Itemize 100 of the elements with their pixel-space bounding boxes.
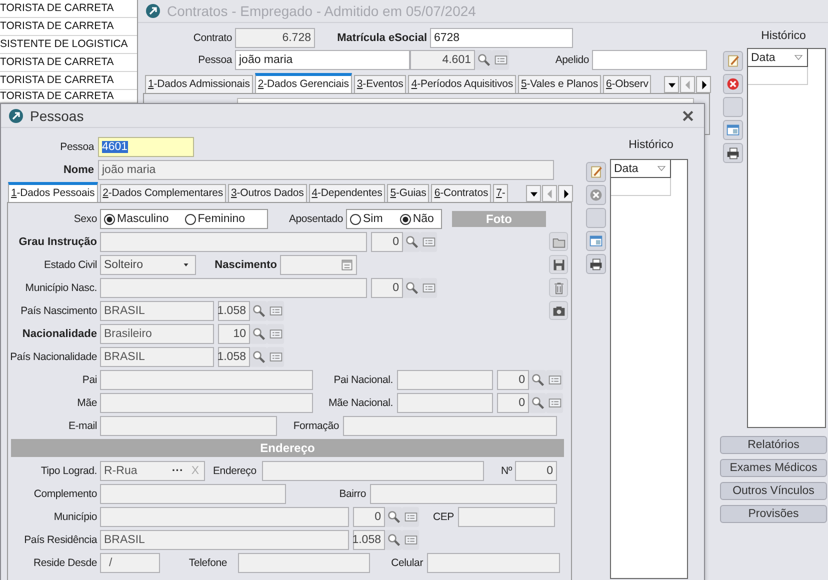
code-field[interactable]: 0 [497, 393, 529, 413]
tab-list-button[interactable] [664, 76, 679, 93]
action-button[interactable]: Exames Médicos [720, 459, 827, 477]
list-button[interactable] [420, 232, 437, 252]
address-field[interactable] [262, 461, 484, 481]
list-button[interactable] [546, 393, 563, 413]
code-field[interactable]: 0 [371, 278, 403, 298]
camera-button[interactable] [549, 301, 568, 320]
contract-field[interactable]: 6.728 [235, 28, 315, 48]
code-field[interactable]: 0 [353, 507, 385, 527]
print-button[interactable] [586, 254, 606, 274]
tab[interactable]: 2-Dados Gerenciais [254, 73, 352, 93]
code-field[interactable]: 4.601 [410, 50, 475, 70]
code-field[interactable]: 0 [371, 232, 403, 252]
scroll-right-button[interactable] [558, 185, 573, 202]
person-code-field[interactable]: 4601 [98, 137, 194, 157]
search-button[interactable] [403, 278, 420, 298]
name-field[interactable]: joão maria [98, 160, 554, 180]
registration-field[interactable]: 6728 [430, 28, 573, 48]
code-field[interactable]: 0 [497, 370, 529, 390]
text-field[interactable]: BRASIL [100, 530, 349, 550]
list-button[interactable] [267, 324, 284, 344]
tab[interactable]: 3-Eventos [354, 75, 406, 93]
tab[interactable]: 5-Vales e Planos [518, 75, 602, 93]
table-row[interactable] [611, 178, 671, 196]
code-field[interactable]: 1.058 [218, 347, 250, 367]
tab[interactable]: 6-Observ [603, 75, 652, 93]
window-button[interactable] [723, 120, 743, 140]
dropdown[interactable]: Solteiro [100, 255, 196, 275]
search-button[interactable] [403, 232, 420, 252]
text-field[interactable] [100, 232, 367, 252]
search-button[interactable] [529, 370, 546, 390]
text-field[interactable] [100, 484, 286, 504]
delete-button[interactable] [586, 185, 606, 205]
phone-field[interactable] [238, 553, 370, 573]
search-button[interactable] [385, 530, 402, 550]
column-header[interactable]: Data [611, 160, 671, 178]
scroll-right-button[interactable] [696, 76, 711, 93]
open-button[interactable] [549, 232, 568, 251]
tab[interactable]: 3-Outros Dados [228, 184, 307, 202]
code-field[interactable]: 1.058 [353, 530, 385, 550]
list-button[interactable] [267, 301, 284, 321]
radio-option[interactable]: Feminino [184, 213, 246, 225]
text-field[interactable] [100, 370, 313, 390]
code-field[interactable]: 1.058 [218, 301, 250, 321]
text-field[interactable] [397, 393, 493, 413]
more-button[interactable]: ··· [172, 465, 184, 477]
tab[interactable]: 1-Dados Pessoais [8, 182, 98, 202]
search-button[interactable] [529, 393, 546, 413]
new-button[interactable] [586, 162, 606, 182]
column-header[interactable]: Data [748, 49, 808, 67]
new-button[interactable] [723, 51, 743, 71]
text-field[interactable]: Brasileiro [100, 324, 214, 344]
delete-button[interactable] [723, 74, 743, 94]
print-button[interactable] [723, 143, 743, 163]
text-field[interactable]: BRASIL [100, 301, 214, 321]
delete-button[interactable] [549, 278, 568, 297]
tab[interactable]: 7- [493, 184, 508, 202]
search-button[interactable] [385, 507, 402, 527]
tab[interactable]: 2-Dados Complementares [100, 184, 226, 202]
search-button[interactable] [250, 347, 267, 367]
person-field[interactable]: joão maria [235, 50, 410, 70]
table-row[interactable] [748, 67, 808, 85]
lookup-field[interactable]: R-Rua ··· X [100, 461, 205, 481]
text-field[interactable] [100, 507, 349, 527]
email-field[interactable] [100, 416, 277, 436]
action-button[interactable]: Provisões [720, 505, 827, 523]
radio-option[interactable]: Sim [350, 213, 383, 225]
text-field[interactable] [100, 278, 367, 298]
list-button[interactable] [402, 530, 419, 550]
action-button[interactable]: Relatórios [720, 436, 827, 454]
text-field[interactable] [370, 484, 557, 504]
tab[interactable]: 5-Guias [387, 184, 430, 202]
date-field[interactable]: / [100, 553, 160, 573]
list-button[interactable] [546, 370, 563, 390]
search-button[interactable] [250, 301, 267, 321]
list-button[interactable] [402, 507, 419, 527]
radio-option[interactable]: Masculino [104, 213, 169, 225]
text-field[interactable] [343, 416, 557, 436]
tab[interactable]: 4-Períodos Aquisitivos [408, 75, 516, 93]
action-button[interactable]: Outros Vínculos [720, 482, 827, 500]
text-field[interactable] [397, 370, 493, 390]
tab[interactable]: 1-Dados Admissionais [145, 75, 253, 93]
tab-list-button[interactable] [526, 185, 541, 202]
search-button[interactable] [250, 324, 267, 344]
number-field[interactable]: 0 [515, 461, 557, 481]
list-button[interactable] [420, 278, 437, 298]
list-button[interactable] [267, 347, 284, 367]
save-button[interactable] [549, 255, 568, 274]
phone-field[interactable] [427, 553, 560, 573]
tab[interactable]: 4-Dependentes [308, 184, 386, 202]
zip-field[interactable] [458, 507, 555, 527]
list-button[interactable] [492, 50, 509, 70]
code-field[interactable]: 10 [218, 324, 250, 344]
window-button[interactable] [586, 231, 606, 251]
text-field[interactable] [100, 393, 313, 413]
tab[interactable]: 6-Contratos [431, 184, 492, 202]
text-field[interactable]: BRASIL [100, 347, 214, 367]
date-field[interactable] [280, 255, 357, 275]
search-button[interactable] [475, 50, 492, 70]
